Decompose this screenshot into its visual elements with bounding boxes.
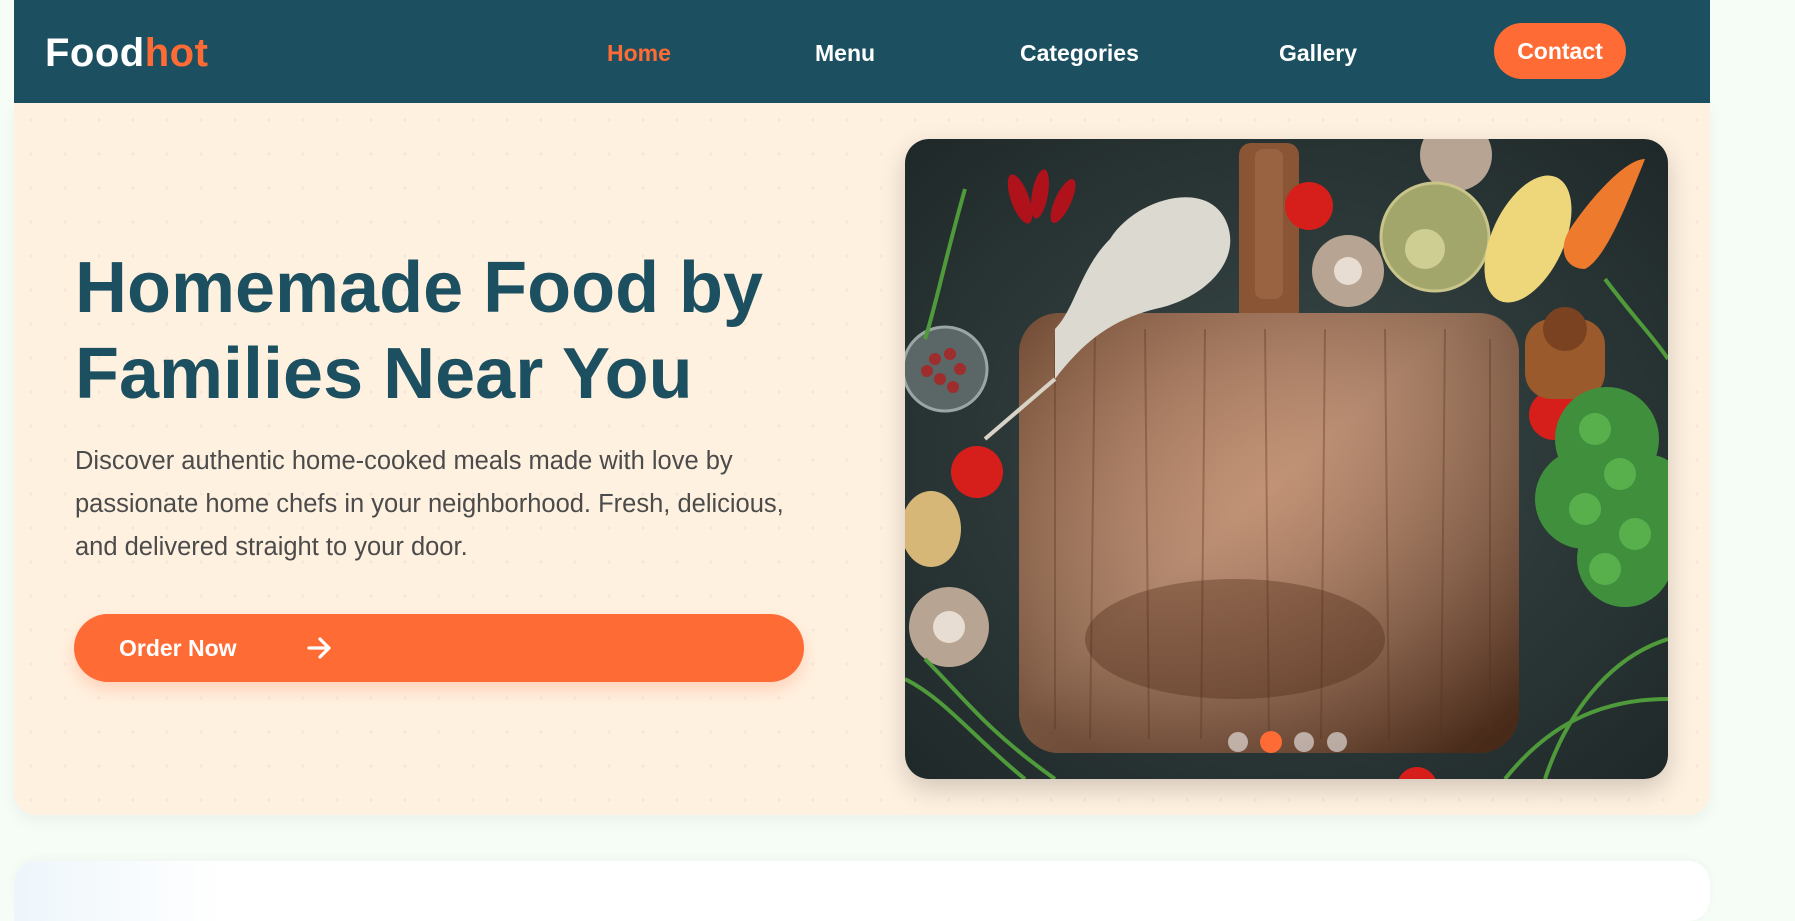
brand-logo[interactable]: Foodhot — [45, 28, 208, 78]
contact-button[interactable]: Contact — [1494, 23, 1626, 79]
food-photo-illustration — [905, 139, 1668, 779]
nav-categories-link[interactable]: Categories — [1020, 36, 1139, 70]
carousel-dot-4[interactable] — [1327, 732, 1347, 752]
hero-title: Homemade Food by Families Near You — [75, 248, 764, 414]
order-now-button[interactable]: Order Now — [74, 614, 804, 682]
order-now-label: Order Now — [119, 635, 237, 661]
next-section — [14, 861, 1710, 921]
hero-section: Homemade Food by Families Near You Disco… — [14, 103, 1710, 815]
nav-home-link[interactable]: Home — [607, 36, 671, 70]
hero-image — [905, 139, 1668, 779]
next-section-accent — [14, 861, 224, 921]
nav-gallery-link[interactable]: Gallery — [1279, 36, 1357, 70]
nav-menu-link[interactable]: Menu — [815, 36, 875, 70]
navbar: Foodhot Home Menu Categories Gallery Con… — [14, 0, 1710, 103]
hero-description: Discover authentic home-cooked meals mad… — [75, 447, 784, 561]
arrow-right-icon — [307, 637, 331, 659]
carousel-dot-1[interactable] — [1228, 732, 1248, 752]
carousel-dot-3[interactable] — [1294, 732, 1314, 752]
carousel-dot-2[interactable] — [1260, 731, 1282, 753]
